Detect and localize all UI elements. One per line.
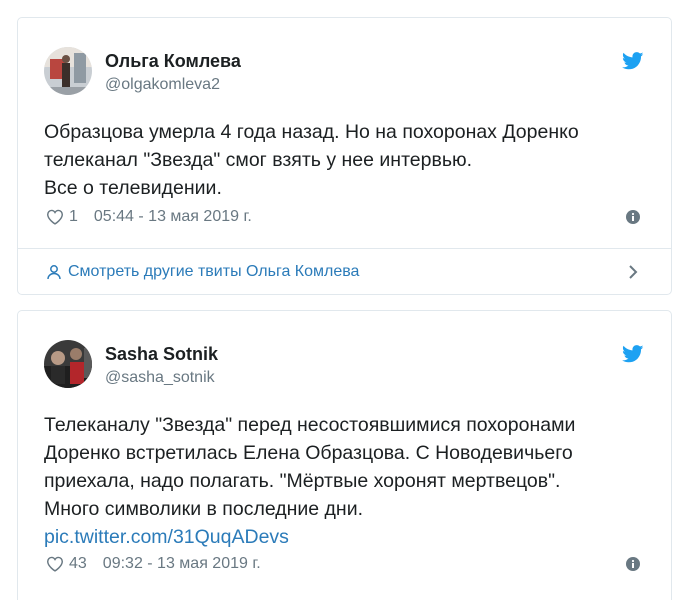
tweet-timestamp[interactable]: 05:44 - 13 мая 2019 г. bbox=[94, 208, 252, 226]
view-more-tweets-label[interactable]: Смотреть другие твиты Ольга Комлева bbox=[68, 263, 359, 281]
like-count[interactable]: 1 bbox=[69, 208, 78, 226]
tweet-text-line: Телеканалу "Звезда" перед несостоявшимис… bbox=[44, 414, 576, 436]
tweet-meta: 43 09:32 - 13 мая 2019 г. bbox=[46, 554, 261, 574]
info-icon[interactable] bbox=[626, 210, 640, 224]
view-more-tweets-link[interactable]: Смотреть другие твиты Ольга Комлева bbox=[18, 249, 671, 295]
tweet-timestamp[interactable]: 09:32 - 13 мая 2019 г. bbox=[103, 555, 261, 573]
heart-icon[interactable] bbox=[46, 556, 64, 572]
like-count[interactable]: 43 bbox=[69, 555, 87, 573]
tweet-text-line: Все о телевидении. bbox=[44, 177, 222, 199]
tweet-text-line: Доренко встретилась Елена Образцова. С Н… bbox=[44, 442, 573, 464]
tweet-text-line: приехала, надо полагать. "Мёртвые хороня… bbox=[44, 470, 561, 492]
author-handle[interactable]: @olgakomleva2 bbox=[105, 76, 220, 94]
tweet-text: Образцова умерла 4 года назад. Но на пох… bbox=[44, 118, 644, 202]
person-icon bbox=[47, 265, 61, 280]
tweet-text-line: телеканал "Звезда" смог взять у нее инте… bbox=[44, 149, 473, 171]
media-link[interactable]: pic.twitter.com/31QuqADevs bbox=[44, 523, 644, 551]
tweet-text: Телеканалу "Звезда" перед несостоявшимис… bbox=[44, 411, 644, 551]
twitter-bird-icon[interactable] bbox=[622, 345, 644, 363]
info-icon[interactable] bbox=[626, 557, 640, 571]
heart-icon[interactable] bbox=[46, 209, 64, 225]
avatar[interactable] bbox=[44, 340, 92, 388]
twitter-bird-icon[interactable] bbox=[622, 52, 644, 70]
tweet-card: Sasha Sotnik @sasha_sotnik Телеканалу "З… bbox=[17, 310, 672, 600]
author-handle[interactable]: @sasha_sotnik bbox=[105, 369, 215, 387]
tweet-text-line: Много символики в последние дни. bbox=[44, 498, 364, 520]
tweet-meta: 1 05:44 - 13 мая 2019 г. bbox=[46, 207, 252, 227]
tweet-text-line: Образцова умерла 4 года назад. Но на пох… bbox=[44, 121, 579, 143]
author-name[interactable]: Ольга Комлева bbox=[105, 51, 241, 72]
author-name[interactable]: Sasha Sotnik bbox=[105, 344, 218, 365]
avatar[interactable] bbox=[44, 47, 92, 95]
tweet-card: Ольга Комлева @olgakomleva2 Образцова ум… bbox=[17, 17, 672, 295]
chevron-right-icon[interactable] bbox=[626, 264, 640, 280]
